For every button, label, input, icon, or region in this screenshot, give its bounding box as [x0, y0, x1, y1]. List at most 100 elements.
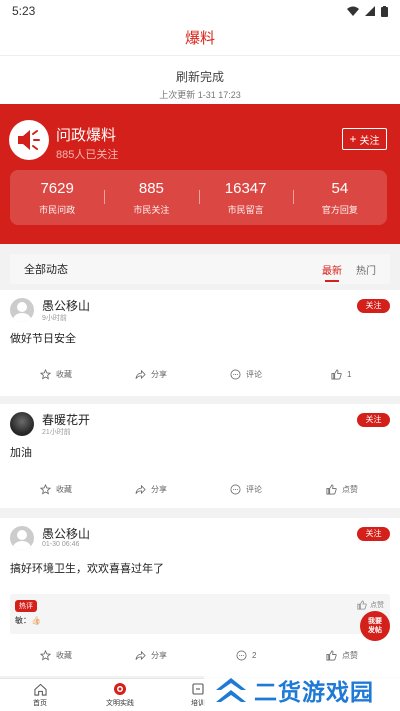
stat-value: 885 [138, 179, 164, 197]
share-button[interactable]: 分享 [135, 369, 167, 380]
feed-title: 全部动态 [24, 264, 68, 276]
page-title: 爆料 [0, 22, 400, 56]
like-button[interactable]: 1 [331, 369, 351, 380]
channel-header: 问政爆料 885人已关注 + 关注 7629 市民问政 885 市民关注 163… [0, 104, 400, 244]
collect-label: 收藏 [56, 650, 72, 660]
like-count: 1 [347, 369, 352, 379]
share-button[interactable]: 分享 [135, 650, 167, 661]
comment-button[interactable]: 2 [236, 650, 256, 661]
post-author: 愚公移山 [42, 527, 91, 541]
stat-label: 官方回复 [321, 204, 358, 215]
comment-icon [230, 484, 241, 494]
megaphone-icon [9, 120, 49, 160]
share-label: 分享 [151, 650, 167, 660]
hot-comment-like-button[interactable]: 点赞 [357, 600, 384, 610]
like-label: 点赞 [342, 650, 358, 660]
post-actions: 收藏 分享 评论 点赞 [0, 479, 400, 499]
share-label: 分享 [151, 484, 167, 494]
collect-label: 收藏 [56, 369, 72, 379]
like-label: 点赞 [342, 484, 358, 494]
avatar[interactable] [10, 526, 34, 550]
home-icon [10, 682, 70, 696]
stat-followers[interactable]: 885 市民关注 [104, 180, 198, 216]
stat-official-replies[interactable]: 54 官方回复 [292, 180, 387, 216]
stat-value: 7629 [40, 179, 74, 197]
nav-home-label: 首页 [33, 700, 47, 707]
channel-name: 问政爆料 [56, 127, 117, 144]
nav-civilization-practice-label: 文明实践 [106, 700, 134, 707]
thumbs-up-icon [326, 650, 337, 660]
comment-button[interactable]: 评论 [230, 484, 262, 495]
follow-button[interactable]: 关注 [357, 299, 390, 313]
post-time: 9小时前 [42, 315, 67, 322]
chevron-up-logo-icon [216, 677, 246, 702]
emblem-icon [90, 682, 150, 696]
comment-icon [236, 650, 247, 660]
collect-label: 收藏 [56, 484, 72, 494]
stat-questions[interactable]: 7629 市民问政 [10, 180, 104, 216]
signal-icon [365, 6, 375, 16]
share-icon [135, 650, 146, 660]
comment-label: 评论 [246, 369, 262, 379]
tab-hot[interactable]: 热门 [356, 262, 376, 277]
post-card[interactable]: 春暖花开 21小时前 关注 加油 收藏 分享 评论 点赞 [0, 404, 400, 508]
stat-label: 市民关注 [133, 204, 170, 215]
watermark-text: 二货游戏园 [254, 678, 374, 705]
post-time: 01-30 06:46 [42, 541, 80, 548]
thumbs-up-icon [357, 600, 367, 610]
channel-stats: 7629 市民问政 885 市民关注 16347 市民留言 54 官方回复 [10, 170, 387, 225]
share-icon [135, 369, 146, 379]
hot-comment-text: 敏：👍🏻 [15, 616, 41, 625]
tab-latest[interactable]: 最新 [322, 262, 342, 282]
create-post-line1: 我要 [368, 618, 382, 625]
status-time: 5:23 [12, 4, 36, 18]
comment-count: 2 [252, 650, 257, 660]
thumbs-up-icon [326, 484, 337, 494]
nav-home[interactable]: 首页 [10, 682, 70, 708]
share-icon [135, 484, 146, 494]
create-post-line2: 发帖 [368, 627, 382, 634]
battery-icon [381, 5, 388, 17]
share-button[interactable]: 分享 [135, 484, 167, 495]
stat-messages[interactable]: 16347 市民留言 [198, 179, 293, 216]
stat-label: 市民问政 [39, 204, 76, 215]
channel-follow-label: 关注 [359, 135, 380, 147]
post-time: 21小时前 [42, 429, 71, 436]
post-text: 加油 [10, 447, 32, 459]
thumbs-up-icon [331, 369, 342, 379]
create-post-button[interactable]: 我要 发帖 [360, 611, 390, 641]
follow-button[interactable]: 关注 [357, 413, 390, 427]
stat-label: 市民留言 [227, 204, 264, 215]
comment-label: 评论 [246, 484, 262, 494]
refresh-status: 刷新完成 [175, 70, 224, 84]
post-author: 愚公移山 [42, 299, 91, 313]
collect-button[interactable]: 收藏 [40, 368, 72, 380]
post-text: 搞好环境卫生，欢欢喜喜过年了 [10, 563, 164, 575]
channel-follow-button[interactable]: + 关注 [342, 128, 387, 150]
post-text: 做好节日安全 [10, 333, 76, 345]
channel-followers: 885人已关注 [56, 149, 119, 161]
status-bar: 5:23 [0, 0, 400, 22]
avatar[interactable] [10, 412, 34, 436]
post-card[interactable]: 愚公移山 01-30 06:46 关注 搞好环境卫生，欢欢喜喜过年了 热评 敏：… [0, 518, 400, 676]
post-card[interactable]: 愚公移山 9小时前 关注 做好节日安全 收藏 分享 评论 1 [0, 290, 400, 396]
star-icon [40, 649, 51, 660]
collect-button[interactable]: 收藏 [40, 483, 72, 495]
collect-button[interactable]: 收藏 [40, 649, 72, 661]
star-icon [40, 483, 51, 494]
comment-button[interactable]: 评论 [230, 369, 262, 380]
wifi-icon [347, 6, 359, 16]
avatar[interactable] [10, 298, 34, 322]
like-button[interactable]: 点赞 [326, 484, 358, 495]
post-actions: 收藏 分享 评论 1 [0, 364, 400, 384]
post-actions: 收藏 分享 2 点赞 [0, 645, 400, 665]
stat-value: 16347 [224, 179, 267, 197]
like-button[interactable]: 点赞 [326, 650, 358, 661]
follow-button[interactable]: 关注 [357, 527, 390, 541]
feed-header: 全部动态 最新 热门 [10, 254, 390, 284]
refresh-indicator: 刷新完成 上次更新 1-31 17:23 [0, 56, 400, 104]
hot-comment[interactable]: 热评 敏：👍🏻 点赞 [10, 594, 390, 634]
last-update-text: 上次更新 1-31 17:23 [159, 90, 241, 100]
nav-civilization-practice[interactable]: 文明实践 [90, 682, 150, 708]
star-icon [40, 368, 51, 379]
